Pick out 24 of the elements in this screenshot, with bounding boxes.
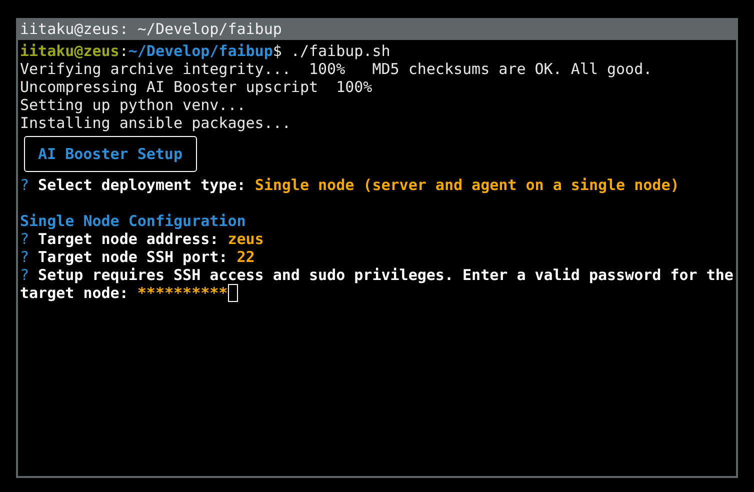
answer-text: 22: [236, 248, 255, 266]
output-text: Uncompressing AI Booster upscript 100%: [20, 78, 372, 96]
question-label: Setup requires SSH access and sudo privileges. Enter a valid password for the: [37, 266, 734, 284]
prompt-user: iitaku@zeus: [20, 42, 120, 60]
question-label: Target node SSH port:: [37, 248, 229, 266]
question-mark: ?: [20, 266, 30, 284]
answer-text: Single node (server and agent on a single node): [254, 176, 680, 194]
question-mark: ?: [20, 176, 30, 194]
setup-banner: AI Booster Setup: [24, 136, 196, 172]
prompt-path: ~/Develop/faibup: [128, 42, 273, 60]
prompt-separator: :: [119, 42, 128, 60]
question-mark: ?: [20, 248, 30, 266]
answer-text: zeus: [228, 230, 264, 248]
output-text: Setting up python venv...: [20, 96, 246, 114]
question-label: target node:: [20, 284, 130, 302]
section-heading: Single Node Configuration: [20, 212, 246, 230]
masked-password: **********: [137, 284, 228, 302]
window-title: iitaku@zeus: ~/Develop/faibup: [20, 19, 282, 40]
output-text: Installing ansible packages...: [20, 114, 291, 132]
question-label: Select deployment type:: [37, 176, 247, 194]
output-text: Verifying archive integrity... 100% MD5 checksums are OK. All good.: [20, 60, 652, 78]
command-text: $ ./faibup.sh: [272, 42, 390, 60]
question-label: Target node address:: [37, 230, 220, 248]
question-mark: ?: [20, 230, 30, 248]
